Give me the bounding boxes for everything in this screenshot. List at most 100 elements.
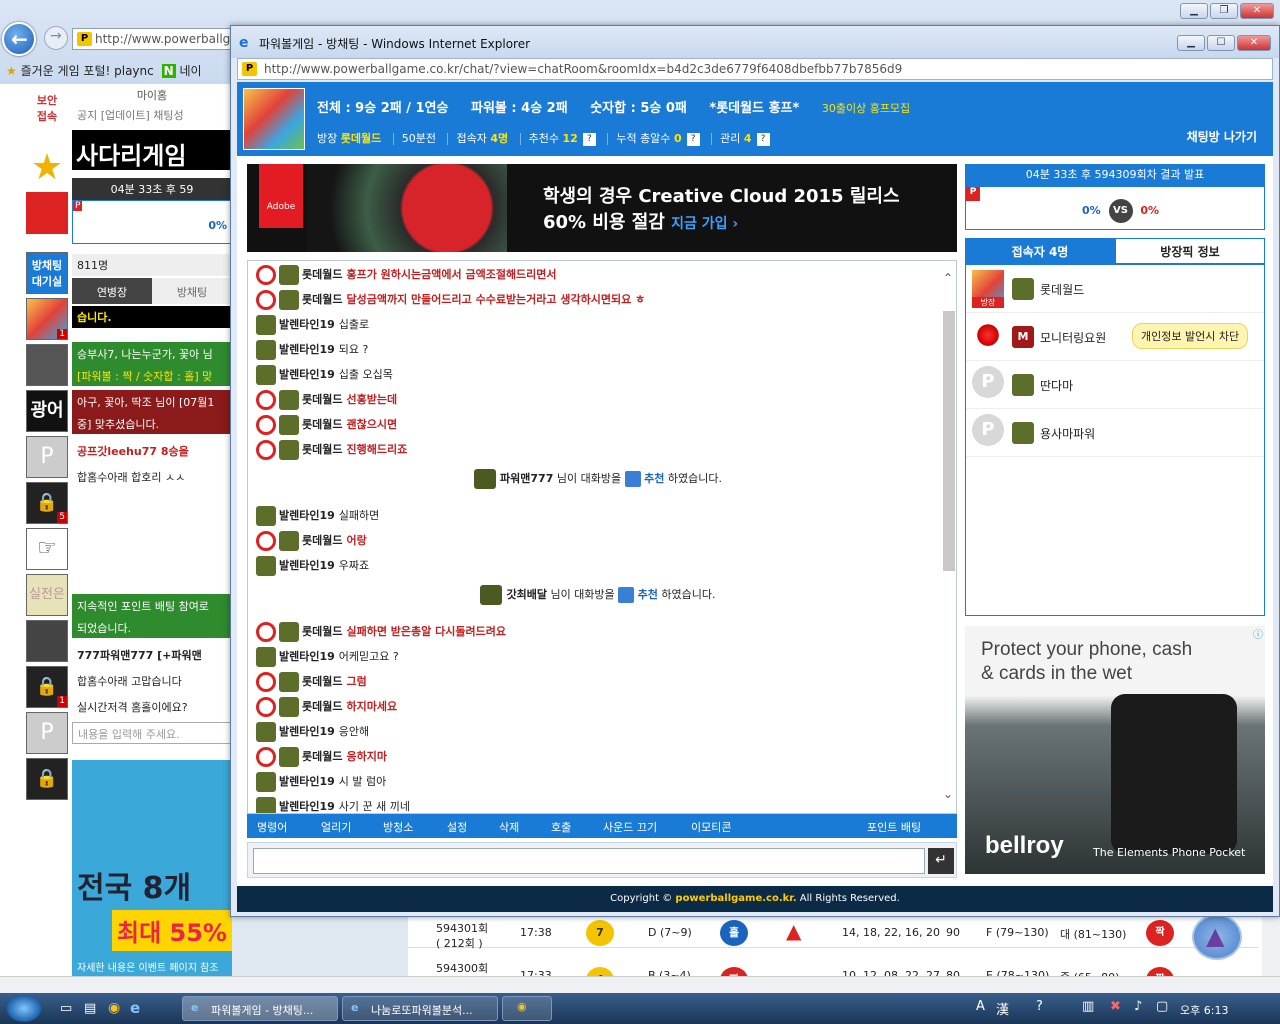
explorer-icon[interactable]: ▤ bbox=[84, 1001, 96, 1016]
chat-input[interactable] bbox=[253, 848, 925, 874]
message-sender[interactable]: 롯데월드 bbox=[302, 268, 342, 281]
message-sender[interactable]: 발렌타인19 bbox=[279, 775, 335, 788]
message-sender[interactable]: 발렌타인19 bbox=[279, 509, 335, 522]
lock-icon[interactable]: 🔒 5 bbox=[26, 482, 68, 524]
taskbar-item-powerball-chat[interactable]: e 파워볼게임 - 방채팅... bbox=[182, 996, 338, 1021]
forward-button[interactable]: → bbox=[44, 26, 68, 50]
message-sender[interactable]: 롯데월드 bbox=[302, 393, 342, 406]
hanja-icon[interactable]: 漢 bbox=[996, 999, 1009, 1018]
close-button[interactable]: ✕ bbox=[1237, 35, 1271, 51]
toolbar-delete[interactable]: 삭제 bbox=[499, 819, 519, 835]
network-icon[interactable]: ▥ bbox=[1082, 999, 1094, 1014]
toolbar-clear-room[interactable]: 방청소 bbox=[383, 819, 413, 835]
security-icon[interactable]: ✖ bbox=[1110, 999, 1121, 1014]
lock-icon[interactable]: 🔒 1 bbox=[26, 666, 68, 708]
room-thumb-2[interactable] bbox=[26, 344, 68, 386]
favorite-link-naver[interactable]: 네이 bbox=[179, 64, 201, 78]
message-sender[interactable]: 파워맨777 bbox=[500, 472, 553, 485]
p-icon[interactable]: P bbox=[26, 712, 68, 754]
close-button[interactable]: ✕ bbox=[1240, 3, 1274, 19]
chevron-down-icon[interactable]: ⌄ bbox=[943, 787, 953, 801]
message-sender[interactable]: 발렌타인19 bbox=[279, 368, 335, 381]
room-thumb-3[interactable]: 광어 bbox=[26, 390, 68, 432]
adobe-ad-banner[interactable]: Adobe 학생의 경우 Creative Cloud 2015 릴리스 60%… bbox=[247, 164, 957, 252]
chrome-icon[interactable]: ◉ bbox=[108, 1000, 120, 1016]
message-sender[interactable]: 롯데월드 bbox=[302, 700, 342, 713]
help-icon[interactable]: ? bbox=[756, 132, 770, 146]
toolbar-call[interactable]: 호출 bbox=[551, 819, 571, 835]
message-sender[interactable]: 발렌타인19 bbox=[279, 343, 335, 356]
message-sender[interactable]: 롯데월드 bbox=[302, 534, 342, 547]
room-thumb-4[interactable]: 실전은 bbox=[26, 574, 68, 616]
ad-cta-link[interactable]: 지금 가입 › bbox=[671, 216, 738, 232]
display-icon[interactable]: ▢ bbox=[1156, 999, 1168, 1014]
message-sender[interactable]: 발렌타인19 bbox=[279, 800, 335, 813]
restore-button[interactable]: ❐ bbox=[1210, 3, 1238, 19]
send-button[interactable]: ↵ bbox=[928, 848, 954, 874]
volume-icon[interactable]: ♪ bbox=[1134, 999, 1142, 1014]
list-item[interactable]: P 용사마파워 bbox=[966, 409, 1264, 457]
waiting-room-label[interactable]: 방채팅 대기실 bbox=[26, 252, 68, 294]
chat-scrollbar[interactable]: ⌃ ⌄ bbox=[942, 271, 955, 801]
minimize-button[interactable]: ▁ bbox=[1180, 3, 1208, 19]
toolbar-point-betting[interactable]: 포인트 배팅 bbox=[867, 819, 921, 835]
help-icon[interactable]: ? bbox=[582, 132, 596, 146]
bg-chat-input[interactable]: 내용을 입력해 주세요. bbox=[72, 722, 232, 744]
chevron-up-icon[interactable]: ⌃ bbox=[943, 271, 953, 285]
message-sender[interactable]: 발렌타인19 bbox=[279, 559, 335, 572]
toolbar-emoticon[interactable]: 이모티콘 bbox=[691, 819, 731, 835]
minimize-button[interactable]: ▁ bbox=[1177, 35, 1205, 51]
message-sender[interactable]: 롯데월드 bbox=[302, 418, 342, 431]
message-sender[interactable]: 롯데월드 bbox=[302, 675, 342, 688]
desktop-icon[interactable]: ▭ bbox=[60, 1001, 72, 1016]
toolbar-sound-off[interactable]: 사운드 끄기 bbox=[603, 819, 657, 835]
ime-icon[interactable]: A bbox=[976, 999, 985, 1014]
message-sender[interactable]: 롯데월드 bbox=[302, 625, 342, 638]
horizontal-scrollbar[interactable] bbox=[0, 976, 1280, 993]
list-item[interactable]: M 모니터링요원 개인정보 발언시 차단 bbox=[966, 313, 1264, 361]
tab-room-chat[interactable]: 방채팅 bbox=[152, 278, 232, 304]
message-sender[interactable]: 롯데월드 bbox=[302, 443, 342, 456]
help-icon[interactable]: ? bbox=[1036, 999, 1043, 1014]
popup-titlebar[interactable]: e 파워볼게임 - 방채팅 - Windows Internet Explore… bbox=[231, 26, 1279, 58]
tab-owner-picks[interactable]: 방장픽 정보 bbox=[1115, 238, 1265, 264]
tab-yeonbyeongjang[interactable]: 연병장 bbox=[72, 278, 152, 304]
list-item[interactable]: 방장 롯데월드 bbox=[966, 265, 1264, 313]
tab-users[interactable]: 접속자 4명 bbox=[965, 238, 1115, 264]
notice-line[interactable]: 공지 [업데이트] 채팅성 bbox=[72, 104, 232, 126]
p-icon[interactable]: P bbox=[26, 436, 68, 478]
lock-icon[interactable]: 🔒 bbox=[26, 758, 68, 800]
message-sender[interactable]: 발렌타인19 bbox=[279, 725, 335, 738]
bellroy-ad[interactable]: ⓘ Protect your phone, cash & cards in the… bbox=[965, 626, 1265, 874]
background-address-bar[interactable]: P http://www.powerballgar bbox=[72, 28, 232, 50]
maximize-button[interactable]: ☐ bbox=[1207, 35, 1235, 51]
help-icon[interactable]: ? bbox=[686, 132, 700, 146]
room-thumb-5[interactable] bbox=[26, 620, 68, 662]
ad-info-icon[interactable]: ⓘ bbox=[1253, 626, 1263, 641]
start-button[interactable] bbox=[4, 993, 44, 1024]
ie-icon[interactable]: e bbox=[130, 999, 140, 1017]
taskbar-item-powerball-analysis[interactable]: e 나눔로또파워볼분석... bbox=[342, 996, 498, 1021]
ladder-game-banner[interactable]: 사다리게임 bbox=[72, 130, 232, 170]
scroll-to-top-button[interactable]: ▲ bbox=[1192, 914, 1242, 960]
vertical-scrollbar[interactable] bbox=[1262, 914, 1280, 976]
message-sender[interactable]: 발렌타인19 bbox=[279, 650, 335, 663]
message-sender[interactable]: 롯데월드 bbox=[302, 293, 342, 306]
exit-room-button[interactable]: 채팅방 나가기 bbox=[1187, 128, 1257, 145]
message-sender[interactable]: 갓최배달 bbox=[506, 588, 546, 601]
toolbar-freeze[interactable]: 얼리기 bbox=[321, 819, 351, 835]
toolbar-settings[interactable]: 설정 bbox=[447, 819, 467, 835]
list-item[interactable]: P 딴다마 bbox=[966, 361, 1264, 409]
message-sender[interactable]: 롯데월드 bbox=[302, 750, 342, 763]
room-thumb-1[interactable]: 1 bbox=[26, 298, 68, 340]
taskbar-item-chrome[interactable]: ◉ bbox=[502, 996, 552, 1021]
back-button[interactable]: ← bbox=[2, 22, 36, 56]
favorite-link-plaync[interactable]: 즐거운 게임 포털! plaync bbox=[21, 64, 154, 78]
toolbar-commands[interactable]: 명령어 bbox=[257, 819, 287, 835]
popup-address-bar[interactable]: P http://www.powerballgame.co.kr/chat/?v… bbox=[237, 58, 1273, 80]
message-sender[interactable]: 발렌타인19 bbox=[279, 318, 335, 331]
clock[interactable]: 오후 6:13 bbox=[1180, 1002, 1228, 1018]
myhome-link[interactable]: 마이홈 bbox=[72, 84, 232, 106]
scrollbar-thumb[interactable] bbox=[943, 311, 955, 571]
room-owner[interactable]: 롯데월드 bbox=[341, 132, 381, 145]
